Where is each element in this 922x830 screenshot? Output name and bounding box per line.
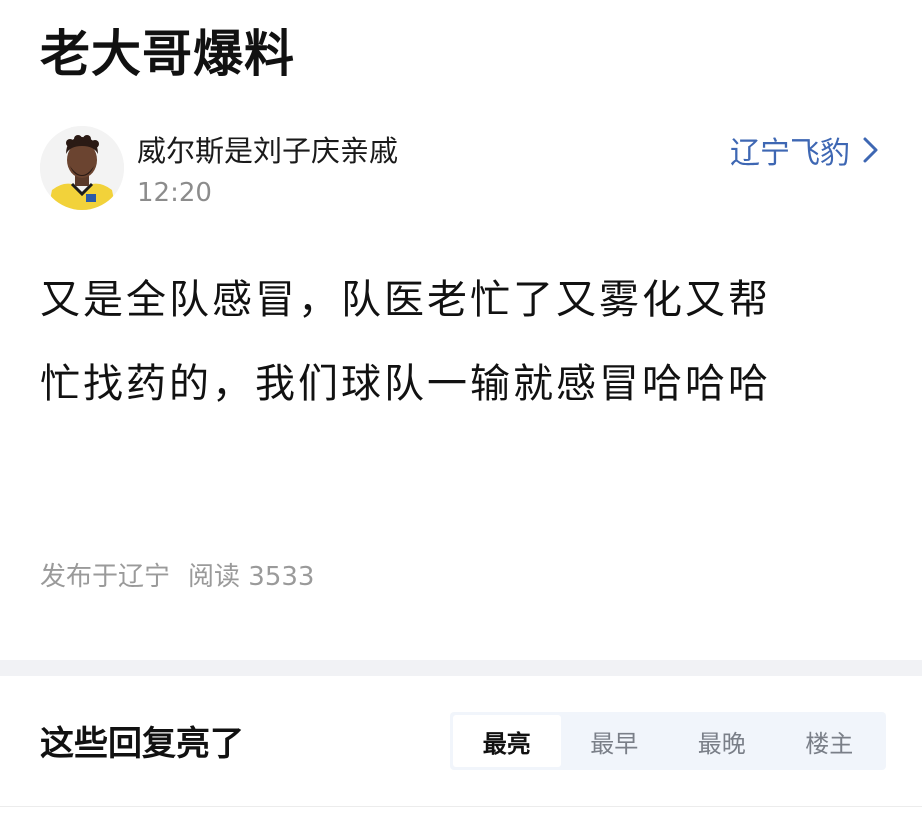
tab-latest[interactable]: 最晚: [668, 715, 776, 767]
post-time: 12:20: [137, 178, 212, 208]
author-avatar[interactable]: [40, 126, 124, 210]
post-body-line-1: 又是全队感冒，队医老忙了又雾化又帮: [40, 277, 771, 323]
post-body: 又是全队感冒，队医老忙了又雾化又帮 忙找药的，我们球队一输就感冒哈哈哈: [40, 258, 890, 426]
team-link-label: 辽宁飞豹: [730, 136, 850, 171]
post-read-count: 阅读 3533: [188, 562, 315, 592]
bottom-divider: [0, 806, 922, 807]
reply-sort-tabs: 最亮 最早 最晚 楼主: [450, 712, 886, 770]
author-name[interactable]: 威尔斯是刘子庆亲戚: [137, 128, 398, 170]
replies-title: 这些回复亮了: [40, 724, 244, 764]
tab-op-only[interactable]: 楼主: [776, 715, 884, 767]
post-body-line-2: 忙找药的，我们球队一输就感冒哈哈哈: [40, 361, 771, 407]
player-avatar-icon: [40, 126, 124, 210]
section-divider: [0, 660, 922, 676]
tab-earliest[interactable]: 最早: [561, 715, 669, 767]
replies-header: 这些回复亮了 最亮 最早 最晚 楼主: [40, 712, 886, 772]
team-link[interactable]: 辽宁飞豹: [730, 128, 882, 172]
post-page: 老大哥爆料 威尔斯是刘子庆亲戚 12:20 辽宁飞豹 又是全队感冒，队医老忙了又…: [0, 0, 922, 830]
post-location: 发布于辽宁: [40, 562, 171, 592]
post-title: 老大哥爆料: [40, 25, 295, 83]
post-meta: 发布于辽宁 阅读 3533: [40, 556, 314, 593]
tab-hottest[interactable]: 最亮: [453, 715, 561, 767]
author-row: 威尔斯是刘子庆亲戚 12:20 辽宁飞豹: [40, 126, 882, 214]
chevron-right-icon: [863, 137, 878, 163]
